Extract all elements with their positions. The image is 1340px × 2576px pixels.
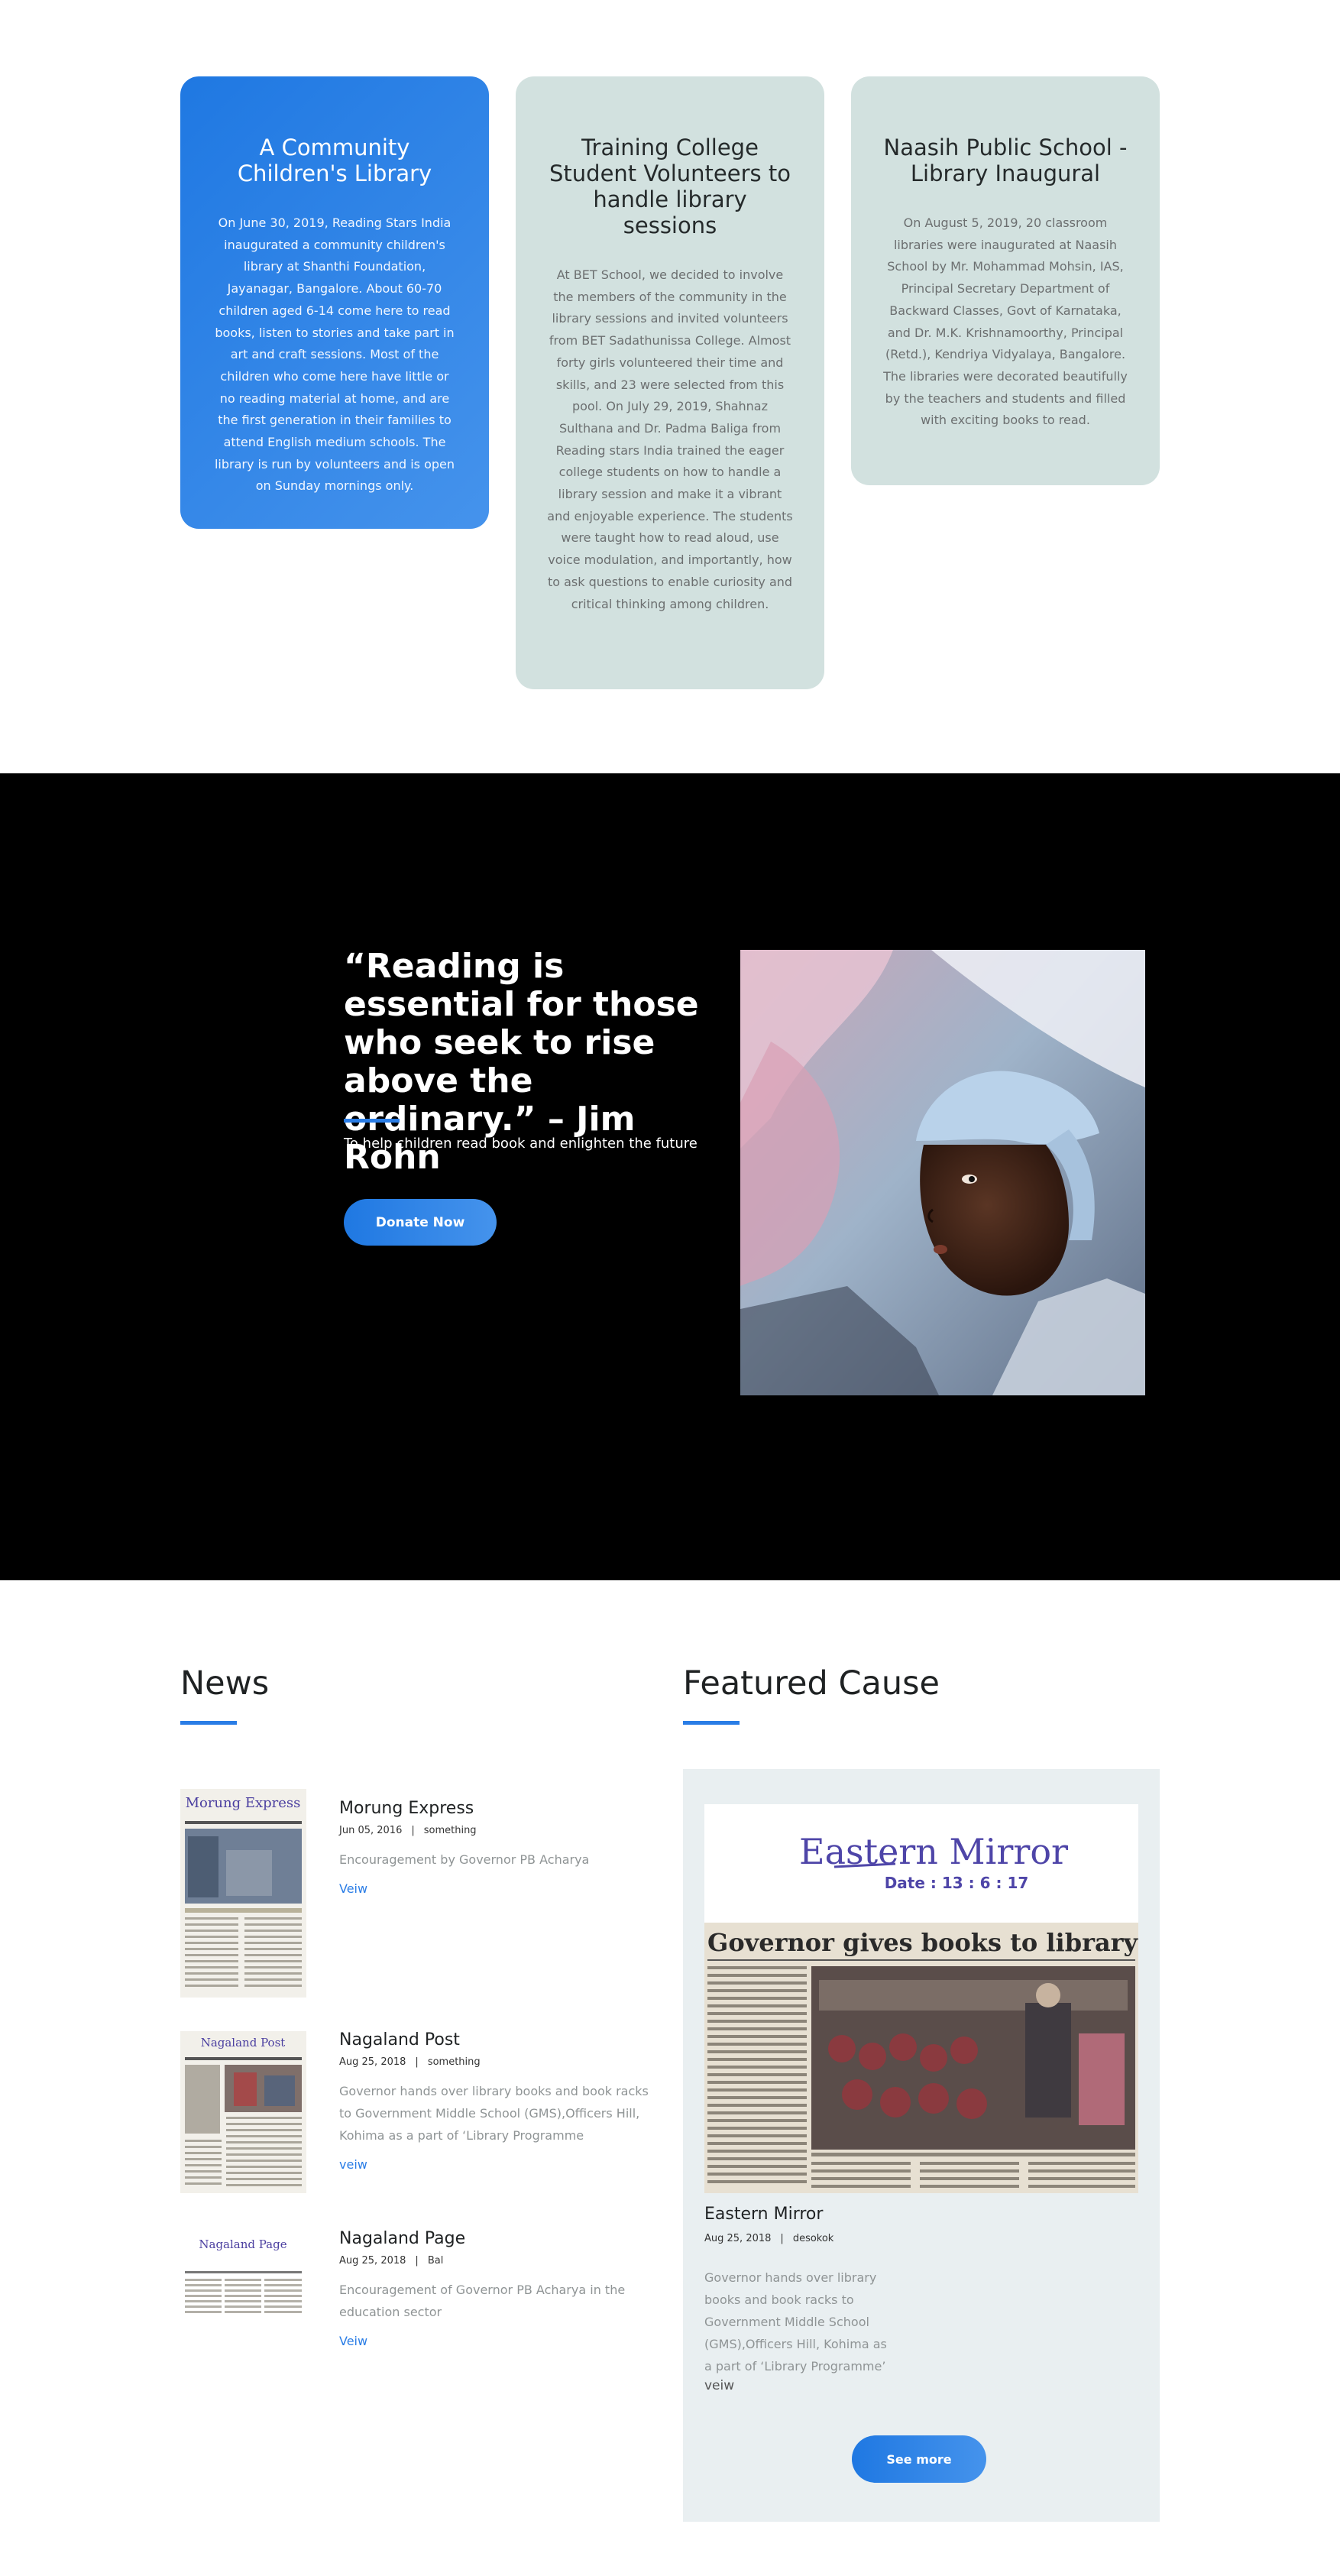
card-body: At BET School, we decided to involve the… [547, 267, 793, 611]
news-meta: Aug 25, 2018 | something [339, 2056, 660, 2069]
see-more-button[interactable]: See more [852, 2435, 986, 2483]
news-date: Jun 05, 2016 [339, 1825, 403, 1836]
news-description: Encouragement of Governor PB Acharya in … [339, 2283, 626, 2319]
newspaper-clipping-image[interactable]: Morung Express [180, 1789, 306, 1998]
meta-separator: | [780, 2233, 784, 2244]
news-title[interactable]: Nagaland Post [339, 2030, 660, 2051]
card-title: Training College Student Volunteers to h… [549, 134, 791, 238]
featured-heading-underline [683, 1721, 740, 1725]
news-heading: News [180, 1664, 270, 1703]
program-card-student-volunteers: Training College Student Volunteers to h… [516, 76, 824, 689]
meta-separator: | [415, 2056, 419, 2068]
featured-item-title[interactable]: Eastern Mirror [704, 2205, 823, 2224]
news-description: Encouragement by Governor PB Acharya [339, 1852, 590, 1867]
meta-separator: | [415, 2255, 419, 2267]
meta-separator: | [411, 1825, 415, 1836]
news-meta: Jun 05, 2016 | something [339, 1824, 660, 1838]
news-item: Nagaland Post Nagaland Post Aug 25, 2018… [180, 2030, 654, 2215]
featured-description: Governor hands over library books and bo… [704, 2270, 887, 2373]
news-item: Morung Express Morung Express Jun 05, 20… [180, 1789, 654, 2003]
news-body: Nagaland Page Aug 25, 2018 | Bal Encourage… [339, 2228, 660, 2348]
news-tag[interactable]: something [428, 2056, 481, 2068]
child-reading-photo [740, 950, 1145, 1395]
program-card-community-library: A Community Children's Library On June 3… [180, 76, 489, 529]
newspaper-clipping-image[interactable]: Nagaland Page [180, 2228, 306, 2320]
news-body: Nagaland Post Aug 25, 2018 | something Gov… [339, 2030, 660, 2172]
program-card-naasih-school: Naasih Public School - Library Inaugural… [851, 76, 1160, 485]
card-body: On August 5, 2019, 20 classroom librarie… [883, 215, 1128, 428]
donate-button[interactable]: Donate Now [344, 1199, 497, 1246]
news-section: News Featured Cause Morung Express Morun… [0, 1580, 1340, 2576]
news-meta: Aug 25, 2018 | Bal [339, 2254, 660, 2268]
paper-headline: Governor gives books to library [707, 1928, 1138, 1957]
paper-masthead: Morung Express [186, 1795, 301, 1811]
news-body: Morung Express Jun 05, 2016 | something En… [339, 1798, 660, 1896]
card-title: A Community Children's Library [237, 134, 432, 186]
news-tag[interactable]: something [424, 1825, 477, 1836]
news-view-link[interactable]: Veiw [339, 1881, 367, 1896]
quote-divider [344, 1119, 400, 1123]
news-tag[interactable]: Bal [428, 2255, 444, 2267]
news-title[interactable]: Morung Express [339, 1798, 660, 1819]
news-view-link[interactable]: Veiw [339, 2334, 367, 2348]
featured-date: Aug 25, 2018 [704, 2233, 772, 2244]
featured-heading: Featured Cause [683, 1664, 940, 1703]
programs-section: A Community Children's Library On June 3… [0, 0, 1340, 773]
news-title[interactable]: Nagaland Page [339, 2228, 660, 2250]
news-item: Nagaland Page Nagaland Page Aug 25, 2018… [180, 2228, 654, 2381]
paper-date: Date : 13 : 6 : 17 [885, 1874, 1029, 1892]
featured-newspaper-image[interactable]: Eastern Mirror Date : 13 : 6 : 17 Govern… [704, 1804, 1138, 2193]
news-view-link[interactable]: veiw [339, 2157, 367, 2172]
featured-meta: Aug 25, 2018 | desokok [704, 2233, 833, 2244]
news-description: Governor hands over library books and bo… [339, 2084, 649, 2143]
paper-masthead: Nagaland Page [199, 2237, 286, 2251]
news-heading-underline [180, 1721, 237, 1725]
paper-masthead: Nagaland Post [201, 2036, 286, 2049]
newspaper-clipping-image[interactable]: Nagaland Post [180, 2031, 306, 2193]
news-date: Aug 25, 2018 [339, 2056, 406, 2068]
news-date: Aug 25, 2018 [339, 2255, 406, 2267]
card-title: Naasih Public School - Library Inaugural [883, 134, 1128, 186]
featured-tag[interactable]: desokok [793, 2233, 834, 2244]
featured-cause-card: Eastern Mirror Date : 13 : 6 : 17 Govern… [683, 1769, 1160, 2522]
card-body: On June 30, 2019, Reading Stars India in… [214, 215, 455, 494]
quote-section: “Reading is essential for those who seek… [0, 773, 1340, 1580]
featured-view-link[interactable]: veiw [704, 2378, 734, 2393]
quote-subtitle: To help children read book and enlighten… [344, 1136, 698, 1152]
